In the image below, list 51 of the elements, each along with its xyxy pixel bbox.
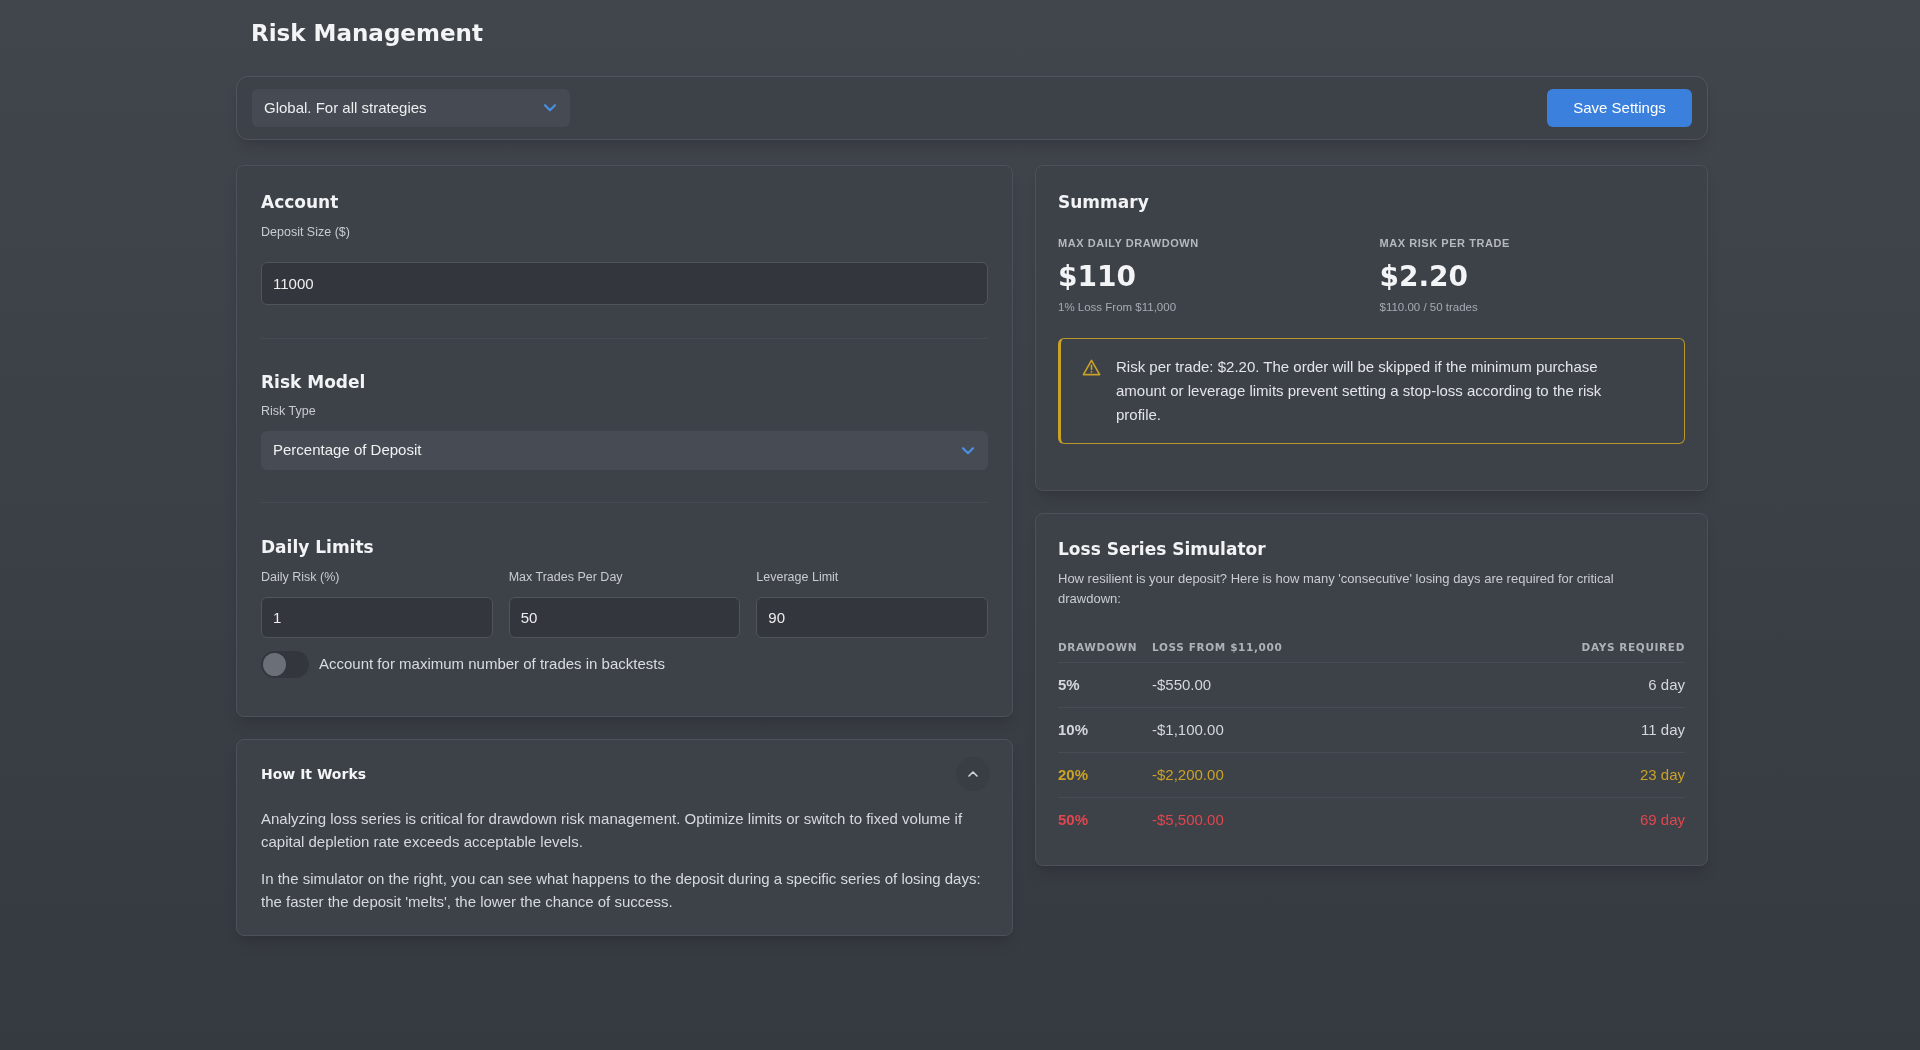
- section-title: Daily Limits: [261, 536, 375, 559]
- table-cell-text: 20%: [1058, 764, 1090, 785]
- table-cell-text: 11 day: [1641, 719, 1685, 740]
- table-cell-text: -$2,200.00: [1152, 764, 1225, 785]
- metric-value: $2.20: [1379, 259, 1469, 295]
- number-input[interactable]: 50: [508, 597, 741, 638]
- risk-type-select[interactable]: Percentage of Deposit: [261, 431, 988, 470]
- table-cell-text: 6 day: [1648, 674, 1685, 695]
- table-cell-text: 23 day: [1639, 764, 1685, 785]
- warning-icon: [1082, 359, 1101, 376]
- table-cell-text: -$5,500.00: [1152, 810, 1225, 831]
- field-label: Max Trades Per Day: [508, 569, 624, 586]
- field-label: Risk Type: [261, 403, 317, 420]
- number-input[interactable]: 90: [756, 597, 988, 638]
- table-cell-text: 5%: [1058, 674, 1081, 695]
- section-title: Loss Series Simulator: [1058, 538, 1267, 561]
- metric-note: 1% Loss From $11,000: [1058, 300, 1177, 315]
- section-title: Summary: [1058, 191, 1150, 214]
- metric-value: $110: [1058, 259, 1136, 295]
- chevron-up-icon: [968, 771, 978, 777]
- table-cell-text: 10%: [1058, 719, 1090, 740]
- field-label: Deposit Size ($): [261, 224, 351, 241]
- table-cell-text: 69 day: [1639, 810, 1685, 831]
- collapse-button[interactable]: [956, 757, 990, 791]
- paragraph: In the simulator on the right, you can see what happens to the deposit during a specific series of losing days: the faster the deposit 'melts', the lower the chance of success.: [261, 869, 982, 912]
- table-cell-text: -$550.00: [1152, 674, 1213, 695]
- chevron-down-icon: [962, 446, 974, 455]
- table-cell-text: -$1,100.00: [1152, 719, 1225, 740]
- column-header: DAYS REQUIRED: [1581, 640, 1685, 655]
- chevron-down-icon: [544, 104, 556, 112]
- field-label: Leverage Limit: [756, 569, 840, 586]
- number-input[interactable]: 1: [261, 597, 493, 638]
- page-title: Risk Management: [250, 19, 484, 48]
- section-title: Risk Model: [261, 371, 367, 394]
- section-title: How It Works: [261, 765, 367, 784]
- column-header: DRAWDOWN: [1058, 640, 1139, 655]
- field-label: Daily Risk (%): [261, 569, 341, 586]
- column-header: LOSS FROM $11,000: [1152, 640, 1284, 655]
- table-cell-text: 50%: [1058, 810, 1090, 831]
- toggle-switch[interactable]: [261, 651, 309, 678]
- metric-label: MAX DAILY DRAWDOWN: [1058, 236, 1199, 251]
- warning-text: Risk per trade: $2.20. The order will be skipped if the minimum purchase amount or leverage limits prevent setting a stop-loss according to the risk profile.: [1116, 357, 1603, 425]
- deposit-input[interactable]: 11000: [261, 262, 988, 305]
- section-title: Account: [261, 191, 340, 214]
- description: How resilient is your deposit? Here is how many 'consecutive' losing days are required for critical drawdown:: [1058, 570, 1615, 608]
- metric-note: $110.00 / 50 trades: [1379, 300, 1478, 315]
- scope-select[interactable]: Global. For all strategies: [252, 89, 570, 127]
- paragraph: Analyzing loss series is critical for drawdown risk management. Optimize limits or switch to fixed volume if capital depletion rate exceeds acceptable levels.: [261, 809, 964, 852]
- save-button[interactable]: Save Settings: [1547, 89, 1692, 127]
- metric-label: MAX RISK PER TRADE: [1379, 236, 1510, 251]
- toggle-label: Account for maximum number of trades in backtests: [319, 654, 665, 675]
